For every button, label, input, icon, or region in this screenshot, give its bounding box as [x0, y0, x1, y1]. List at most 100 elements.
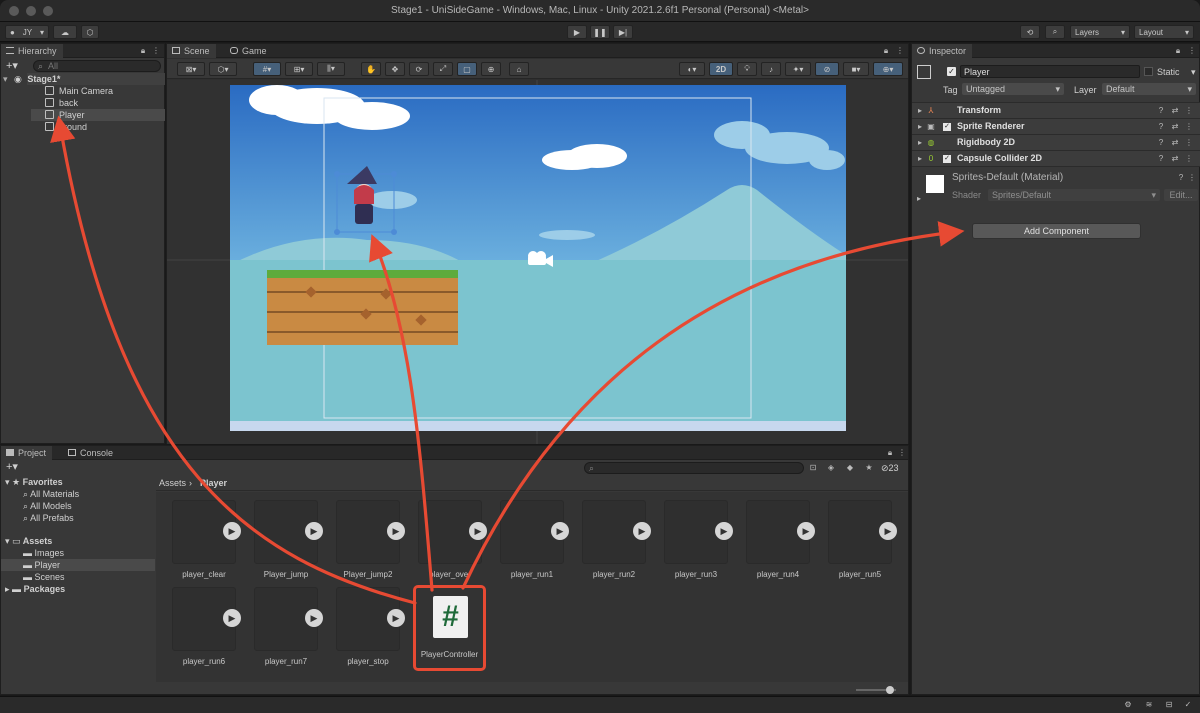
layers-icon[interactable]: ≋ [1145, 701, 1153, 709]
asset-player-run5[interactable]: ▶ player_run5 [812, 500, 897, 582]
asset-player-jump[interactable]: ▶ Player_jump [238, 500, 323, 582]
search-button[interactable]: ⌕ [1045, 25, 1065, 39]
audio-toggle[interactable]: ♪ [761, 62, 781, 76]
account-dropdown[interactable]: ● JY ▾ [5, 25, 49, 39]
gizmos-dropdown[interactable]: ⊕▾ [873, 62, 903, 76]
align-dropdown[interactable]: ⫼▾ [317, 62, 345, 76]
play-icon[interactable]: ▶ [387, 609, 405, 627]
help-icon[interactable]: ? [1157, 155, 1165, 163]
tab-project[interactable]: Project [1, 446, 53, 460]
more-menu-icon[interactable]: ⋮ [1185, 139, 1193, 147]
edit-shader-button[interactable]: Edit... [1164, 189, 1198, 201]
increment-snap-dropdown[interactable]: ⊞▾ [285, 62, 313, 76]
static-checkbox[interactable] [1144, 67, 1153, 76]
layout-dropdown[interactable]: Layout ▾ [1134, 25, 1194, 39]
cloud-button[interactable]: ☁ [53, 25, 77, 39]
preset-icon[interactable]: ⇄ [1171, 139, 1179, 147]
play-button[interactable]: ▶ [567, 25, 587, 39]
asset-player-run6[interactable]: ▶ player_run6 [156, 587, 241, 669]
breadcrumb-player[interactable]: Player [200, 477, 227, 489]
enabled-checkbox[interactable]: ✓ [943, 155, 951, 163]
preset-icon[interactable]: ⇄ [1171, 107, 1179, 115]
move-tool[interactable]: ✥ [385, 62, 405, 76]
folder-scenes[interactable]: ▬ Scenes [23, 571, 65, 583]
packages-node[interactable]: ▸ ▬ Packages [5, 583, 65, 595]
more-menu-icon[interactable]: ⋮ [1188, 47, 1196, 55]
tab-console[interactable]: Console [63, 446, 119, 460]
favorite-all-models[interactable]: ⌕ All Models [23, 500, 72, 512]
star-icon[interactable]: ★ [865, 464, 873, 472]
render-mode-dropdown[interactable]: ⬡▾ [209, 62, 237, 76]
hierarchy-search-input[interactable]: ⌕ All [33, 60, 161, 72]
asset-player-stop[interactable]: ▶ player_stop [320, 587, 405, 669]
asset-player-run4[interactable]: ▶ player_run4 [730, 500, 815, 582]
hidden-packages-count[interactable]: ⊘23 [881, 462, 899, 474]
chevron-down-icon[interactable]: ▾ [1191, 66, 1196, 78]
zoom-slider[interactable] [856, 686, 896, 694]
tab-scene[interactable]: Scene [167, 44, 216, 58]
more-menu-icon[interactable]: ⋮ [898, 449, 906, 457]
chevron-right-icon[interactable]: ▸ [915, 195, 923, 203]
effects-dropdown[interactable]: ✦▾ [785, 62, 811, 76]
project-search-input[interactable]: ⌕ [584, 462, 804, 474]
active-checkbox[interactable]: ✓ [947, 67, 956, 76]
custom-tool[interactable]: ⌂ [509, 62, 529, 76]
asset-player-run1[interactable]: ▶ player_run1 [484, 500, 569, 582]
collab-button[interactable]: ⬡ [81, 25, 99, 39]
component-transform[interactable]: ▸ ⅄ Transform ? ⇄ ⋮ [912, 102, 1200, 118]
create-asset-button[interactable]: +▾ [6, 461, 18, 473]
component-rigidbody-2d[interactable]: ▸ ◍ Rigidbody 2D ? ⇄ ⋮ [912, 134, 1200, 150]
more-menu-icon[interactable]: ⋮ [1188, 174, 1196, 182]
more-menu-icon[interactable]: ⋮ [1185, 107, 1193, 115]
hierarchy-item-ground[interactable]: ground [45, 121, 87, 133]
lock-icon[interactable]: 🔒︎ [139, 47, 147, 55]
help-icon[interactable]: ? [1157, 107, 1165, 115]
debug-icon[interactable]: ⚙ [1124, 701, 1132, 709]
asset-player-run2[interactable]: ▶ player_run2 [566, 500, 651, 582]
grid-snap-dropdown[interactable]: #▾ [253, 62, 281, 76]
check-icon[interactable]: ✓ [1184, 701, 1192, 709]
rotate-tool[interactable]: ⟳ [409, 62, 429, 76]
camera-dropdown[interactable]: ■▾ [843, 62, 869, 76]
add-component-button[interactable]: Add Component [972, 223, 1141, 239]
assets-node[interactable]: ▾ ▭ Assets [5, 535, 52, 547]
visibility-toggle[interactable]: ⊘ [815, 62, 839, 76]
asset-player-jump2[interactable]: ▶ Player_jump2 [320, 500, 405, 582]
more-menu-icon[interactable]: ⋮ [152, 47, 160, 55]
help-icon[interactable]: ? [1157, 139, 1165, 147]
toggle-2d-button[interactable]: 2D [709, 62, 733, 76]
play-icon[interactable]: ▶ [879, 522, 897, 540]
lighting-toggle[interactable]: 💡︎ [737, 62, 757, 76]
search-by-label-icon[interactable]: ◈ [827, 464, 835, 472]
asset-player-clear[interactable]: ▶ player_clear [156, 500, 241, 582]
lock-icon[interactable]: 🔒︎ [1174, 47, 1182, 55]
more-menu-icon[interactable]: ⋮ [896, 47, 904, 55]
more-menu-icon[interactable]: ⋮ [1185, 123, 1193, 131]
hierarchy-item-main-camera[interactable]: Main Camera [45, 85, 113, 97]
preset-icon[interactable]: ⇄ [1171, 123, 1179, 131]
tag-dropdown[interactable]: Untagged ▾ [962, 83, 1064, 95]
history-button[interactable]: ⟲ [1020, 25, 1040, 39]
asset-player-over[interactable]: ▶ player_over [402, 500, 487, 582]
component-sprite-renderer[interactable]: ▸ ▣ ✓ Sprite Renderer ? ⇄ ⋮ [912, 118, 1200, 134]
breadcrumb-assets[interactable]: Assets [159, 477, 186, 489]
transform-tool[interactable]: ⊕ [481, 62, 501, 76]
enabled-checkbox[interactable]: ✓ [943, 123, 951, 131]
tab-hierarchy[interactable]: Hierarchy [1, 44, 63, 58]
tab-game[interactable]: Game [225, 44, 273, 58]
more-menu-icon[interactable]: ⋮ [1185, 155, 1193, 163]
scene-viewport[interactable] [167, 80, 908, 444]
pause-button[interactable]: ❚❚ [590, 25, 610, 39]
cache-icon[interactable]: ⊟ [1165, 701, 1173, 709]
search-by-type-icon[interactable]: ⊡ [809, 464, 817, 472]
lock-icon[interactable]: 🔒︎ [886, 449, 894, 457]
tab-inspector[interactable]: Inspector [912, 44, 973, 58]
favorite-all-prefabs[interactable]: ⌕ All Prefabs [23, 512, 74, 524]
folder-player[interactable]: ▬ Player [1, 559, 155, 571]
help-icon[interactable]: ? [1157, 123, 1165, 131]
add-object-button[interactable]: +▾ [6, 60, 18, 72]
folder-images[interactable]: ▬ Images [23, 547, 64, 559]
hand-tool[interactable]: ✋ [361, 62, 381, 76]
pivot-dropdown[interactable]: ◐▾ [679, 62, 705, 76]
asset-playercontroller[interactable]: # PlayerController [413, 585, 486, 671]
